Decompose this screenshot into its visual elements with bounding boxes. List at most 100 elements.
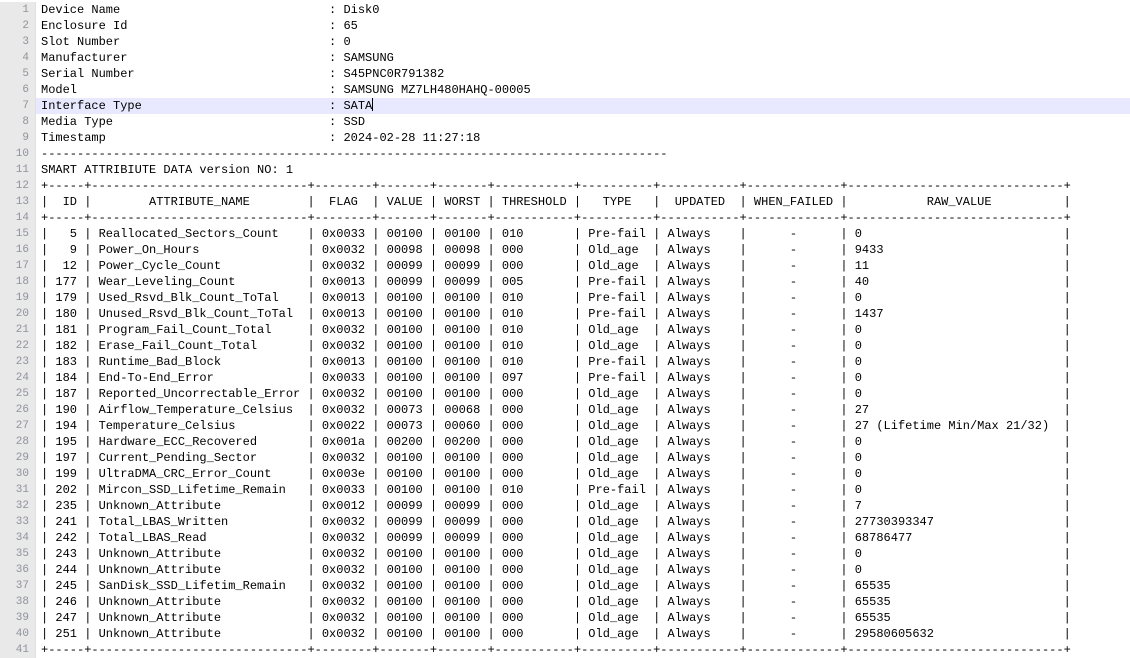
- line-number: 19: [0, 290, 36, 306]
- editor-line[interactable]: 4Manufacturer : SAMSUNG: [0, 50, 1130, 66]
- line-text[interactable]: ----------------------------------------…: [36, 146, 1130, 162]
- line-text[interactable]: Device Name : Disk0: [36, 2, 1130, 18]
- line-text[interactable]: Slot Number : 0: [36, 34, 1130, 50]
- line-number: 2: [0, 18, 36, 34]
- editor-line[interactable]: 10--------------------------------------…: [0, 146, 1130, 162]
- line-text[interactable]: +-----+------------------------------+--…: [36, 642, 1130, 658]
- editor-line[interactable]: 23| 183 | Runtime_Bad_Block | 0x0013 | 0…: [0, 354, 1130, 370]
- editor-line[interactable]: 37| 245 | SanDisk_SSD_Lifetim_Remain | 0…: [0, 578, 1130, 594]
- editor-line[interactable]: 32| 235 | Unknown_Attribute | 0x0012 | 0…: [0, 498, 1130, 514]
- line-number: 13: [0, 194, 36, 210]
- editor-line[interactable]: 28| 195 | Hardware_ECC_Recovered | 0x001…: [0, 434, 1130, 450]
- editor-line[interactable]: 22| 182 | Erase_Fail_Count_Total | 0x003…: [0, 338, 1130, 354]
- line-number: 29: [0, 450, 36, 466]
- line-text[interactable]: | 187 | Reported_Uncorrectable_Error | 0…: [36, 386, 1130, 402]
- editor-line[interactable]: 26| 190 | Airflow_Temperature_Celsius | …: [0, 402, 1130, 418]
- line-text[interactable]: | 195 | Hardware_ECC_Recovered | 0x001a …: [36, 434, 1130, 450]
- editor-line[interactable]: 17| 12 | Power_Cycle_Count | 0x0032 | 00…: [0, 258, 1130, 274]
- line-text[interactable]: | 251 | Unknown_Attribute | 0x0032 | 001…: [36, 626, 1130, 642]
- line-number: 12: [0, 178, 36, 194]
- line-number: 25: [0, 386, 36, 402]
- editor-line[interactable]: 5Serial Number : S45PNC0R791382: [0, 66, 1130, 82]
- line-text[interactable]: Model : SAMSUNG MZ7LH480HAHQ-00005: [36, 82, 1130, 98]
- line-number: 30: [0, 466, 36, 482]
- line-text[interactable]: | 246 | Unknown_Attribute | 0x0032 | 001…: [36, 594, 1130, 610]
- line-text[interactable]: | 202 | Mircon_SSD_Lifetime_Remain | 0x0…: [36, 482, 1130, 498]
- editor-line[interactable]: 1Device Name : Disk0: [0, 2, 1130, 18]
- editor-line[interactable]: 27| 194 | Temperature_Celsius | 0x0022 |…: [0, 418, 1130, 434]
- line-text[interactable]: SMART ATTRIBIUTE DATA version NO: 1: [36, 162, 1130, 178]
- line-text[interactable]: | 182 | Erase_Fail_Count_Total | 0x0032 …: [36, 338, 1130, 354]
- line-text[interactable]: Serial Number : S45PNC0R791382: [36, 66, 1130, 82]
- editor-line[interactable]: 36| 244 | Unknown_Attribute | 0x0032 | 0…: [0, 562, 1130, 578]
- line-text[interactable]: Timestamp : 2024-02-28 11:27:18: [36, 130, 1130, 146]
- line-number: 37: [0, 578, 36, 594]
- line-text[interactable]: | ID | ATTRIBUTE_NAME | FLAG | VALUE | W…: [36, 194, 1130, 210]
- line-number: 24: [0, 370, 36, 386]
- line-text[interactable]: | 199 | UltraDMA_CRC_Error_Count | 0x003…: [36, 466, 1130, 482]
- editor-line[interactable]: 19| 179 | Used_Rsvd_Blk_Count_ToTal | 0x…: [0, 290, 1130, 306]
- line-text[interactable]: | 12 | Power_Cycle_Count | 0x0032 | 0009…: [36, 258, 1130, 274]
- line-number: 20: [0, 306, 36, 322]
- line-text[interactable]: | 235 | Unknown_Attribute | 0x0012 | 000…: [36, 498, 1130, 514]
- line-text[interactable]: | 9 | Power_On_Hours | 0x0032 | 00098 | …: [36, 242, 1130, 258]
- editor-line[interactable]: 33| 241 | Total_LBAS_Written | 0x0032 | …: [0, 514, 1130, 530]
- editor-line[interactable]: 13| ID | ATTRIBUTE_NAME | FLAG | VALUE |…: [0, 194, 1130, 210]
- editor-line[interactable]: 31| 202 | Mircon_SSD_Lifetime_Remain | 0…: [0, 482, 1130, 498]
- line-text[interactable]: Interface Type : SATA: [36, 98, 1130, 114]
- line-text[interactable]: | 194 | Temperature_Celsius | 0x0022 | 0…: [36, 418, 1130, 434]
- editor-line[interactable]: 9Timestamp : 2024-02-28 11:27:18: [0, 130, 1130, 146]
- line-number: 18: [0, 274, 36, 290]
- editor-line[interactable]: 29| 197 | Current_Pending_Sector | 0x003…: [0, 450, 1130, 466]
- line-text[interactable]: | 5 | Reallocated_Sectors_Count | 0x0033…: [36, 226, 1130, 242]
- text-editor[interactable]: 1Device Name : Disk02Enclosure Id : 653S…: [0, 0, 1130, 658]
- line-text[interactable]: | 183 | Runtime_Bad_Block | 0x0013 | 001…: [36, 354, 1130, 370]
- editor-line[interactable]: 20| 180 | Unused_Rsvd_Blk_Count_ToTal | …: [0, 306, 1130, 322]
- line-number: 8: [0, 114, 36, 130]
- editor-line[interactable]: 39| 247 | Unknown_Attribute | 0x0032 | 0…: [0, 610, 1130, 626]
- line-text[interactable]: Media Type : SSD: [36, 114, 1130, 130]
- editor-line[interactable]: 38| 246 | Unknown_Attribute | 0x0032 | 0…: [0, 594, 1130, 610]
- line-text[interactable]: | 177 | Wear_Leveling_Count | 0x0013 | 0…: [36, 274, 1130, 290]
- line-text[interactable]: | 197 | Current_Pending_Sector | 0x0032 …: [36, 450, 1130, 466]
- editor-line[interactable]: 21| 181 | Program_Fail_Count_Total | 0x0…: [0, 322, 1130, 338]
- line-text[interactable]: | 179 | Used_Rsvd_Blk_Count_ToTal | 0x00…: [36, 290, 1130, 306]
- editor-line[interactable]: 11SMART ATTRIBIUTE DATA version NO: 1: [0, 162, 1130, 178]
- line-number: 17: [0, 258, 36, 274]
- line-text[interactable]: | 181 | Program_Fail_Count_Total | 0x003…: [36, 322, 1130, 338]
- editor-line[interactable]: 30| 199 | UltraDMA_CRC_Error_Count | 0x0…: [0, 466, 1130, 482]
- editor-line[interactable]: 18| 177 | Wear_Leveling_Count | 0x0013 |…: [0, 274, 1130, 290]
- line-text[interactable]: | 243 | Unknown_Attribute | 0x0032 | 001…: [36, 546, 1130, 562]
- editor-line[interactable]: 2Enclosure Id : 65: [0, 18, 1130, 34]
- editor-line[interactable]: 12+-----+------------------------------+…: [0, 178, 1130, 194]
- editor-line[interactable]: 40| 251 | Unknown_Attribute | 0x0032 | 0…: [0, 626, 1130, 642]
- editor-line[interactable]: 15| 5 | Reallocated_Sectors_Count | 0x00…: [0, 226, 1130, 242]
- line-text[interactable]: | 180 | Unused_Rsvd_Blk_Count_ToTal | 0x…: [36, 306, 1130, 322]
- line-text[interactable]: +-----+------------------------------+--…: [36, 178, 1130, 194]
- line-text[interactable]: | 190 | Airflow_Temperature_Celsius | 0x…: [36, 402, 1130, 418]
- editor-line[interactable]: 14+-----+------------------------------+…: [0, 210, 1130, 226]
- editor-line[interactable]: 16| 9 | Power_On_Hours | 0x0032 | 00098 …: [0, 242, 1130, 258]
- editor-line[interactable]: 35| 243 | Unknown_Attribute | 0x0032 | 0…: [0, 546, 1130, 562]
- editor-line[interactable]: 3Slot Number : 0: [0, 34, 1130, 50]
- line-number: 4: [0, 50, 36, 66]
- line-text[interactable]: | 245 | SanDisk_SSD_Lifetim_Remain | 0x0…: [36, 578, 1130, 594]
- editor-line[interactable]: 34| 242 | Total_LBAS_Read | 0x0032 | 000…: [0, 530, 1130, 546]
- line-text[interactable]: | 244 | Unknown_Attribute | 0x0032 | 001…: [36, 562, 1130, 578]
- editor-line[interactable]: 6Model : SAMSUNG MZ7LH480HAHQ-00005: [0, 82, 1130, 98]
- line-text[interactable]: +-----+------------------------------+--…: [36, 210, 1130, 226]
- line-number: 16: [0, 242, 36, 258]
- editor-line-current[interactable]: 7Interface Type : SATA: [0, 98, 1130, 114]
- line-text[interactable]: Enclosure Id : 65: [36, 18, 1130, 34]
- line-text[interactable]: | 184 | End-To-End_Error | 0x0033 | 0010…: [36, 370, 1130, 386]
- editor-line[interactable]: 24| 184 | End-To-End_Error | 0x0033 | 00…: [0, 370, 1130, 386]
- line-text[interactable]: Manufacturer : SAMSUNG: [36, 50, 1130, 66]
- line-text[interactable]: | 247 | Unknown_Attribute | 0x0032 | 001…: [36, 610, 1130, 626]
- line-number: 9: [0, 130, 36, 146]
- editor-line[interactable]: 8Media Type : SSD: [0, 114, 1130, 130]
- line-number: 6: [0, 82, 36, 98]
- editor-line[interactable]: 41+-----+------------------------------+…: [0, 642, 1130, 658]
- line-text[interactable]: | 242 | Total_LBAS_Read | 0x0032 | 00099…: [36, 530, 1130, 546]
- line-text[interactable]: | 241 | Total_LBAS_Written | 0x0032 | 00…: [36, 514, 1130, 530]
- editor-line[interactable]: 25| 187 | Reported_Uncorrectable_Error |…: [0, 386, 1130, 402]
